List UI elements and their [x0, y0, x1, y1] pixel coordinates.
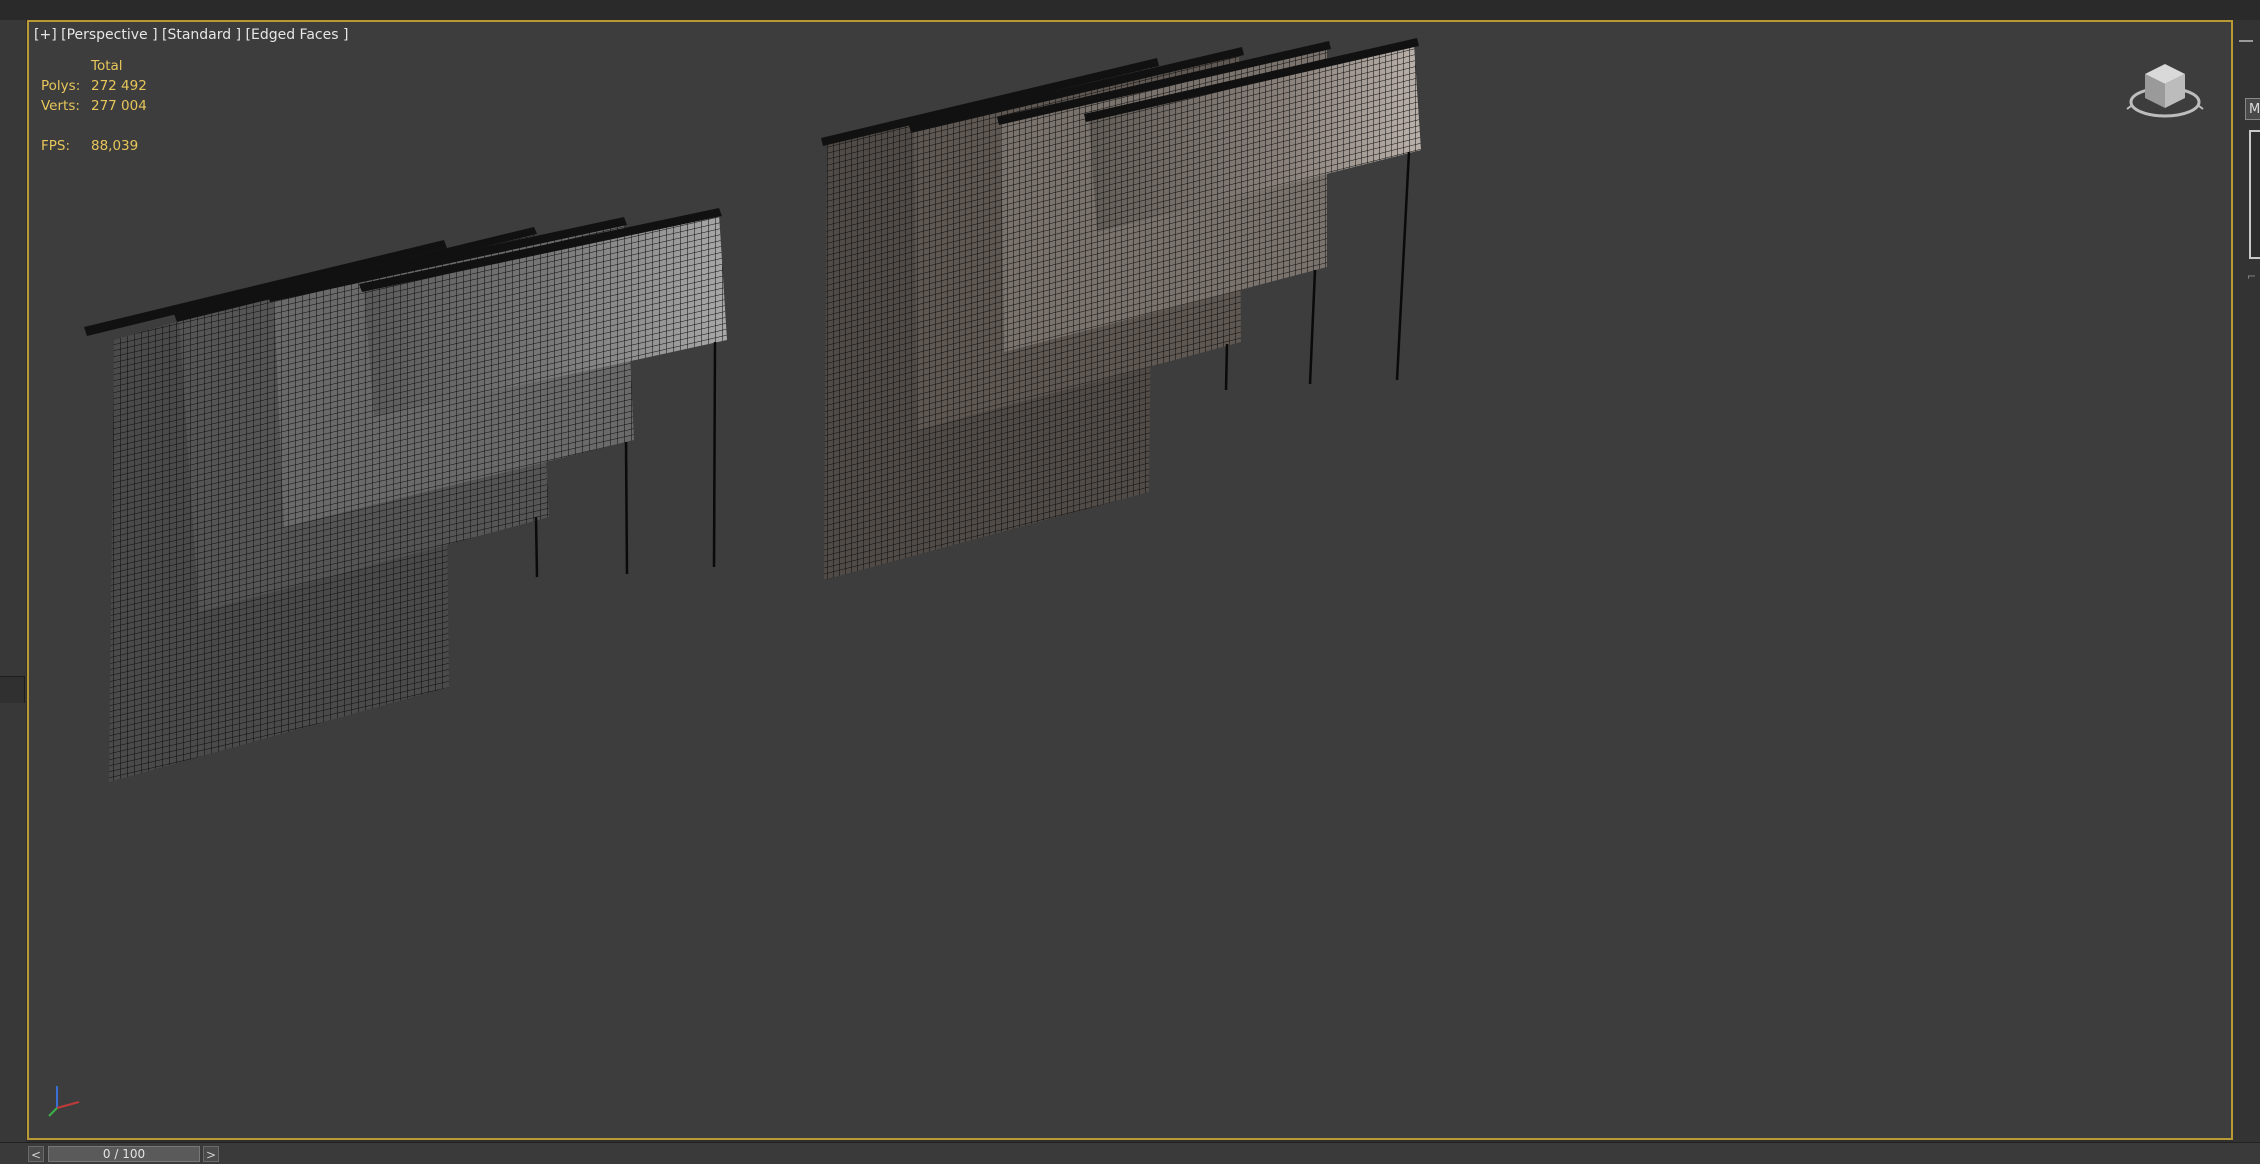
top-toolbar-strip: [0, 0, 2260, 21]
time-slider-bar: < 0 / 100 >: [0, 1142, 2260, 1164]
time-slider[interactable]: 0 / 100: [48, 1146, 200, 1162]
polys-label: Polys:: [41, 78, 81, 94]
statistics-overlay: Total Polys: 272 492 Verts: 277 004 FPS:…: [41, 56, 147, 156]
panel-collapse-icon[interactable]: [2239, 40, 2253, 42]
right-command-panel: M ⌐: [2233, 20, 2260, 1144]
left-panel-handle[interactable]: [0, 676, 25, 703]
stats-header: Total: [91, 58, 123, 74]
previous-frame-button[interactable]: <: [28, 1146, 44, 1162]
pin-icon[interactable]: ⌐: [2247, 270, 2257, 283]
modify-tab[interactable]: M: [2245, 98, 2260, 120]
perspective-viewport[interactable]: [+] [Perspective ] [Standard ] [Edged Fa…: [27, 20, 2233, 1140]
next-frame-button[interactable]: >: [203, 1146, 219, 1162]
left-blinds-group[interactable]: [84, 208, 727, 782]
viewcube-icon[interactable]: [2125, 50, 2205, 130]
axis-tripod-icon: [48, 1086, 80, 1117]
polys-value: 272 492: [91, 78, 147, 94]
app-window: [+] [Perspective ] [Standard ] [Edged Fa…: [0, 0, 2260, 1164]
viewport-scene: [84, 38, 1421, 782]
viewport-label-menu[interactable]: [+] [Perspective ] [Standard ] [Edged Fa…: [34, 27, 348, 43]
fps-label: FPS:: [41, 138, 71, 154]
verts-value: 277 004: [91, 98, 147, 114]
left-panel-strip: [0, 20, 26, 1144]
command-panel-frame: [2249, 130, 2260, 259]
verts-label: Verts:: [41, 98, 80, 114]
right-blinds-group[interactable]: [821, 38, 1421, 580]
fps-value: 88,039: [91, 138, 139, 154]
